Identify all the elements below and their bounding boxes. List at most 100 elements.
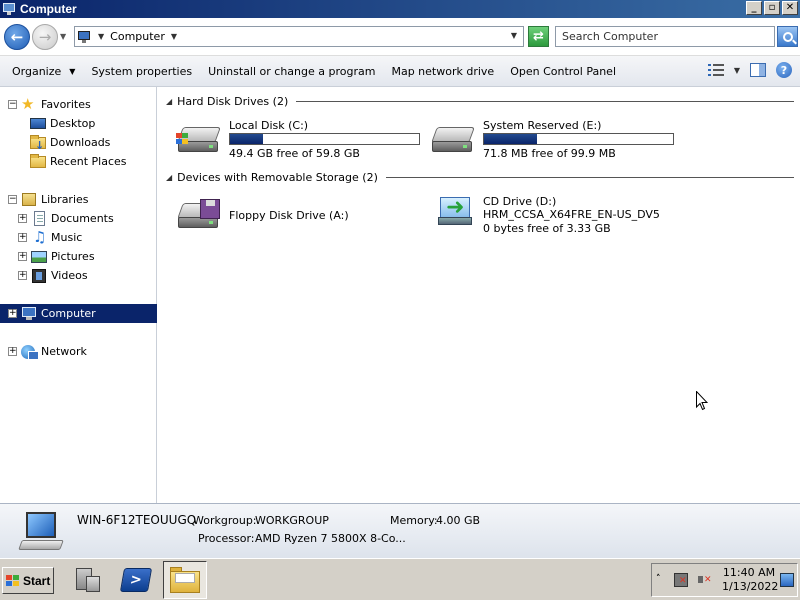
expand-icon[interactable]: + [18, 233, 27, 242]
videos-icon [31, 268, 47, 283]
organize-menu[interactable]: Organize ▼ [4, 60, 83, 82]
navigation-pane[interactable]: − ★ Favorites Desktop ↓ Downloads Recent… [0, 87, 157, 503]
expand-icon[interactable]: + [18, 252, 27, 261]
drive-c[interactable]: Local Disk (C:) 49.4 GB free of 59.8 GB [176, 117, 426, 160]
collapse-triangle-icon[interactable]: ◢ [166, 97, 172, 106]
nav-libraries[interactable]: − Libraries [0, 190, 157, 209]
maximize-button[interactable]: ▫ [764, 1, 780, 15]
drive-d-name: CD Drive (D:) [483, 195, 557, 208]
drive-e-name: System Reserved (E:) [483, 119, 602, 132]
clock-time: 11:40 AM [722, 566, 776, 579]
recent-places-icon [30, 154, 46, 169]
network-disconnected-icon[interactable] [674, 573, 688, 587]
change-view-icon[interactable] [707, 63, 724, 77]
drive-a-name: Floppy Disk Drive (A:) [229, 209, 349, 222]
uninstall-program-button[interactable]: Uninstall or change a program [200, 60, 383, 82]
title-bar[interactable]: Computer _ ▫ ✕ [0, 0, 800, 18]
taskbar-explorer[interactable] [163, 561, 207, 599]
help-icon[interactable]: ? [776, 62, 792, 78]
hard-drive-icon [430, 123, 476, 155]
expand-icon[interactable]: + [18, 214, 27, 223]
search-input[interactable]: Search Computer [555, 26, 775, 47]
preview-pane-icon[interactable] [750, 63, 766, 77]
drive-e[interactable]: System Reserved (E:) 71.8 MB free of 99.… [430, 117, 680, 160]
address-bar[interactable]: ▼ Computer ▼ ▼ [74, 26, 524, 47]
content-pane[interactable]: ◢ Hard Disk Drives (2) Local Disk (C:) 4… [160, 87, 800, 503]
nav-music[interactable]: + ♫ Music [0, 228, 157, 247]
processor-label: Processor: [198, 532, 255, 545]
folder-icon [170, 567, 200, 593]
search-button[interactable] [777, 26, 798, 47]
nav-pictures[interactable]: + Pictures [0, 247, 157, 266]
command-bar: Organize ▼ System properties Uninstall o… [0, 56, 800, 87]
computer-name: WIN-6F12TEOUUGQ [77, 513, 197, 527]
volume-muted-icon[interactable] [698, 573, 712, 587]
clock[interactable]: 11:40 AM 1/13/2022 [722, 566, 778, 594]
collapse-icon[interactable]: − [8, 195, 17, 204]
nav-recent-places[interactable]: Recent Places [0, 152, 157, 171]
close-button[interactable]: ✕ [782, 1, 798, 15]
expand-icon[interactable]: + [8, 347, 17, 356]
nav-computer[interactable]: + Computer [0, 304, 157, 323]
nav-favorites[interactable]: − ★ Favorites [0, 95, 157, 114]
open-control-panel-button[interactable]: Open Control Panel [502, 60, 624, 82]
recent-pages-dropdown[interactable]: ▼ [60, 32, 66, 41]
taskbar-server-manager[interactable] [66, 561, 110, 599]
arrow-left-icon: ← [10, 28, 24, 46]
back-button[interactable]: ← [4, 24, 30, 50]
desktop-icon [30, 116, 46, 131]
show-hidden-icons-chevron-icon[interactable]: ˄ [656, 574, 661, 584]
drive-d-volume: HRM_CCSA_X64FRE_EN-US_DV5 [483, 208, 660, 221]
nav-downloads[interactable]: ↓ Downloads [0, 133, 157, 152]
system-properties-button[interactable]: System properties [83, 60, 200, 82]
nav-network[interactable]: + Network [0, 342, 157, 361]
memory-value: 4.00 GB [436, 514, 481, 527]
start-label: Start [23, 573, 51, 588]
expand-icon[interactable]: + [8, 309, 17, 318]
organize-label: Organize [12, 64, 62, 78]
drive-e-free: 71.8 MB free of 99.9 MB [483, 147, 616, 160]
computer-icon [18, 510, 64, 552]
taskbar-powershell[interactable]: > [114, 561, 158, 599]
star-icon: ★ [21, 95, 35, 113]
refresh-icon: ⇄ [533, 29, 544, 44]
powershell-icon: > [119, 568, 153, 592]
nav-documents-label: Documents [51, 212, 114, 225]
workgroup-label: Workgroup: [193, 514, 257, 527]
drive-c-free: 49.4 GB free of 59.8 GB [229, 147, 360, 160]
server-manager-icon [74, 566, 102, 594]
drive-a[interactable]: Floppy Disk Drive (A:) [176, 193, 426, 235]
drive-d[interactable]: ➜ CD Drive (D:) HRM_CCSA_X64FRE_EN-US_DV… [436, 193, 686, 235]
network-icon [21, 344, 39, 360]
group-removable-storage[interactable]: ◢ Devices with Removable Storage (2) [166, 169, 794, 185]
pictures-icon [31, 249, 47, 264]
collapse-icon[interactable]: − [8, 100, 17, 109]
refresh-button[interactable]: ⇄ [528, 26, 549, 47]
floppy-drive-icon [176, 199, 222, 231]
nav-videos[interactable]: + Videos [0, 266, 157, 285]
breadcrumb-chevron-icon[interactable]: ▼ [98, 32, 104, 41]
hard-drive-icon [176, 123, 222, 155]
nav-libraries-label: Libraries [41, 193, 89, 206]
processor-value: AMD Ryzen 7 5800X 8-Co... [255, 532, 406, 545]
breadcrumb-computer[interactable]: Computer [110, 30, 165, 43]
start-button[interactable]: Start [2, 567, 54, 594]
group-hard-disk-drives[interactable]: ◢ Hard Disk Drives (2) [166, 93, 794, 109]
forward-button[interactable]: → [32, 24, 58, 50]
group-removable-storage-label: Devices with Removable Storage (2) [177, 170, 378, 184]
expand-icon[interactable]: + [18, 271, 27, 280]
cd-drive-icon: ➜ [436, 195, 474, 229]
address-history-dropdown[interactable]: ▼ [511, 31, 517, 40]
nav-desktop[interactable]: Desktop [0, 114, 157, 133]
breadcrumb-chevron-icon[interactable]: ▼ [171, 32, 177, 41]
nav-documents[interactable]: + Documents [0, 209, 157, 228]
collapse-triangle-icon[interactable]: ◢ [166, 173, 172, 182]
arrow-right-icon: → [38, 28, 52, 46]
minimize-button[interactable]: _ [746, 1, 762, 15]
taskbar: Start > ˄ 11:40 AM 1/13/2022 [0, 558, 800, 600]
address-row: ← → ▼ ▼ Computer ▼ ▼ ⇄ Search Computer [0, 18, 800, 56]
map-network-drive-button[interactable]: Map network drive [383, 60, 502, 82]
downloads-folder-icon: ↓ [30, 135, 46, 152]
view-options-dropdown[interactable]: ▼ [734, 66, 740, 75]
show-desktop-icon[interactable] [780, 573, 794, 587]
